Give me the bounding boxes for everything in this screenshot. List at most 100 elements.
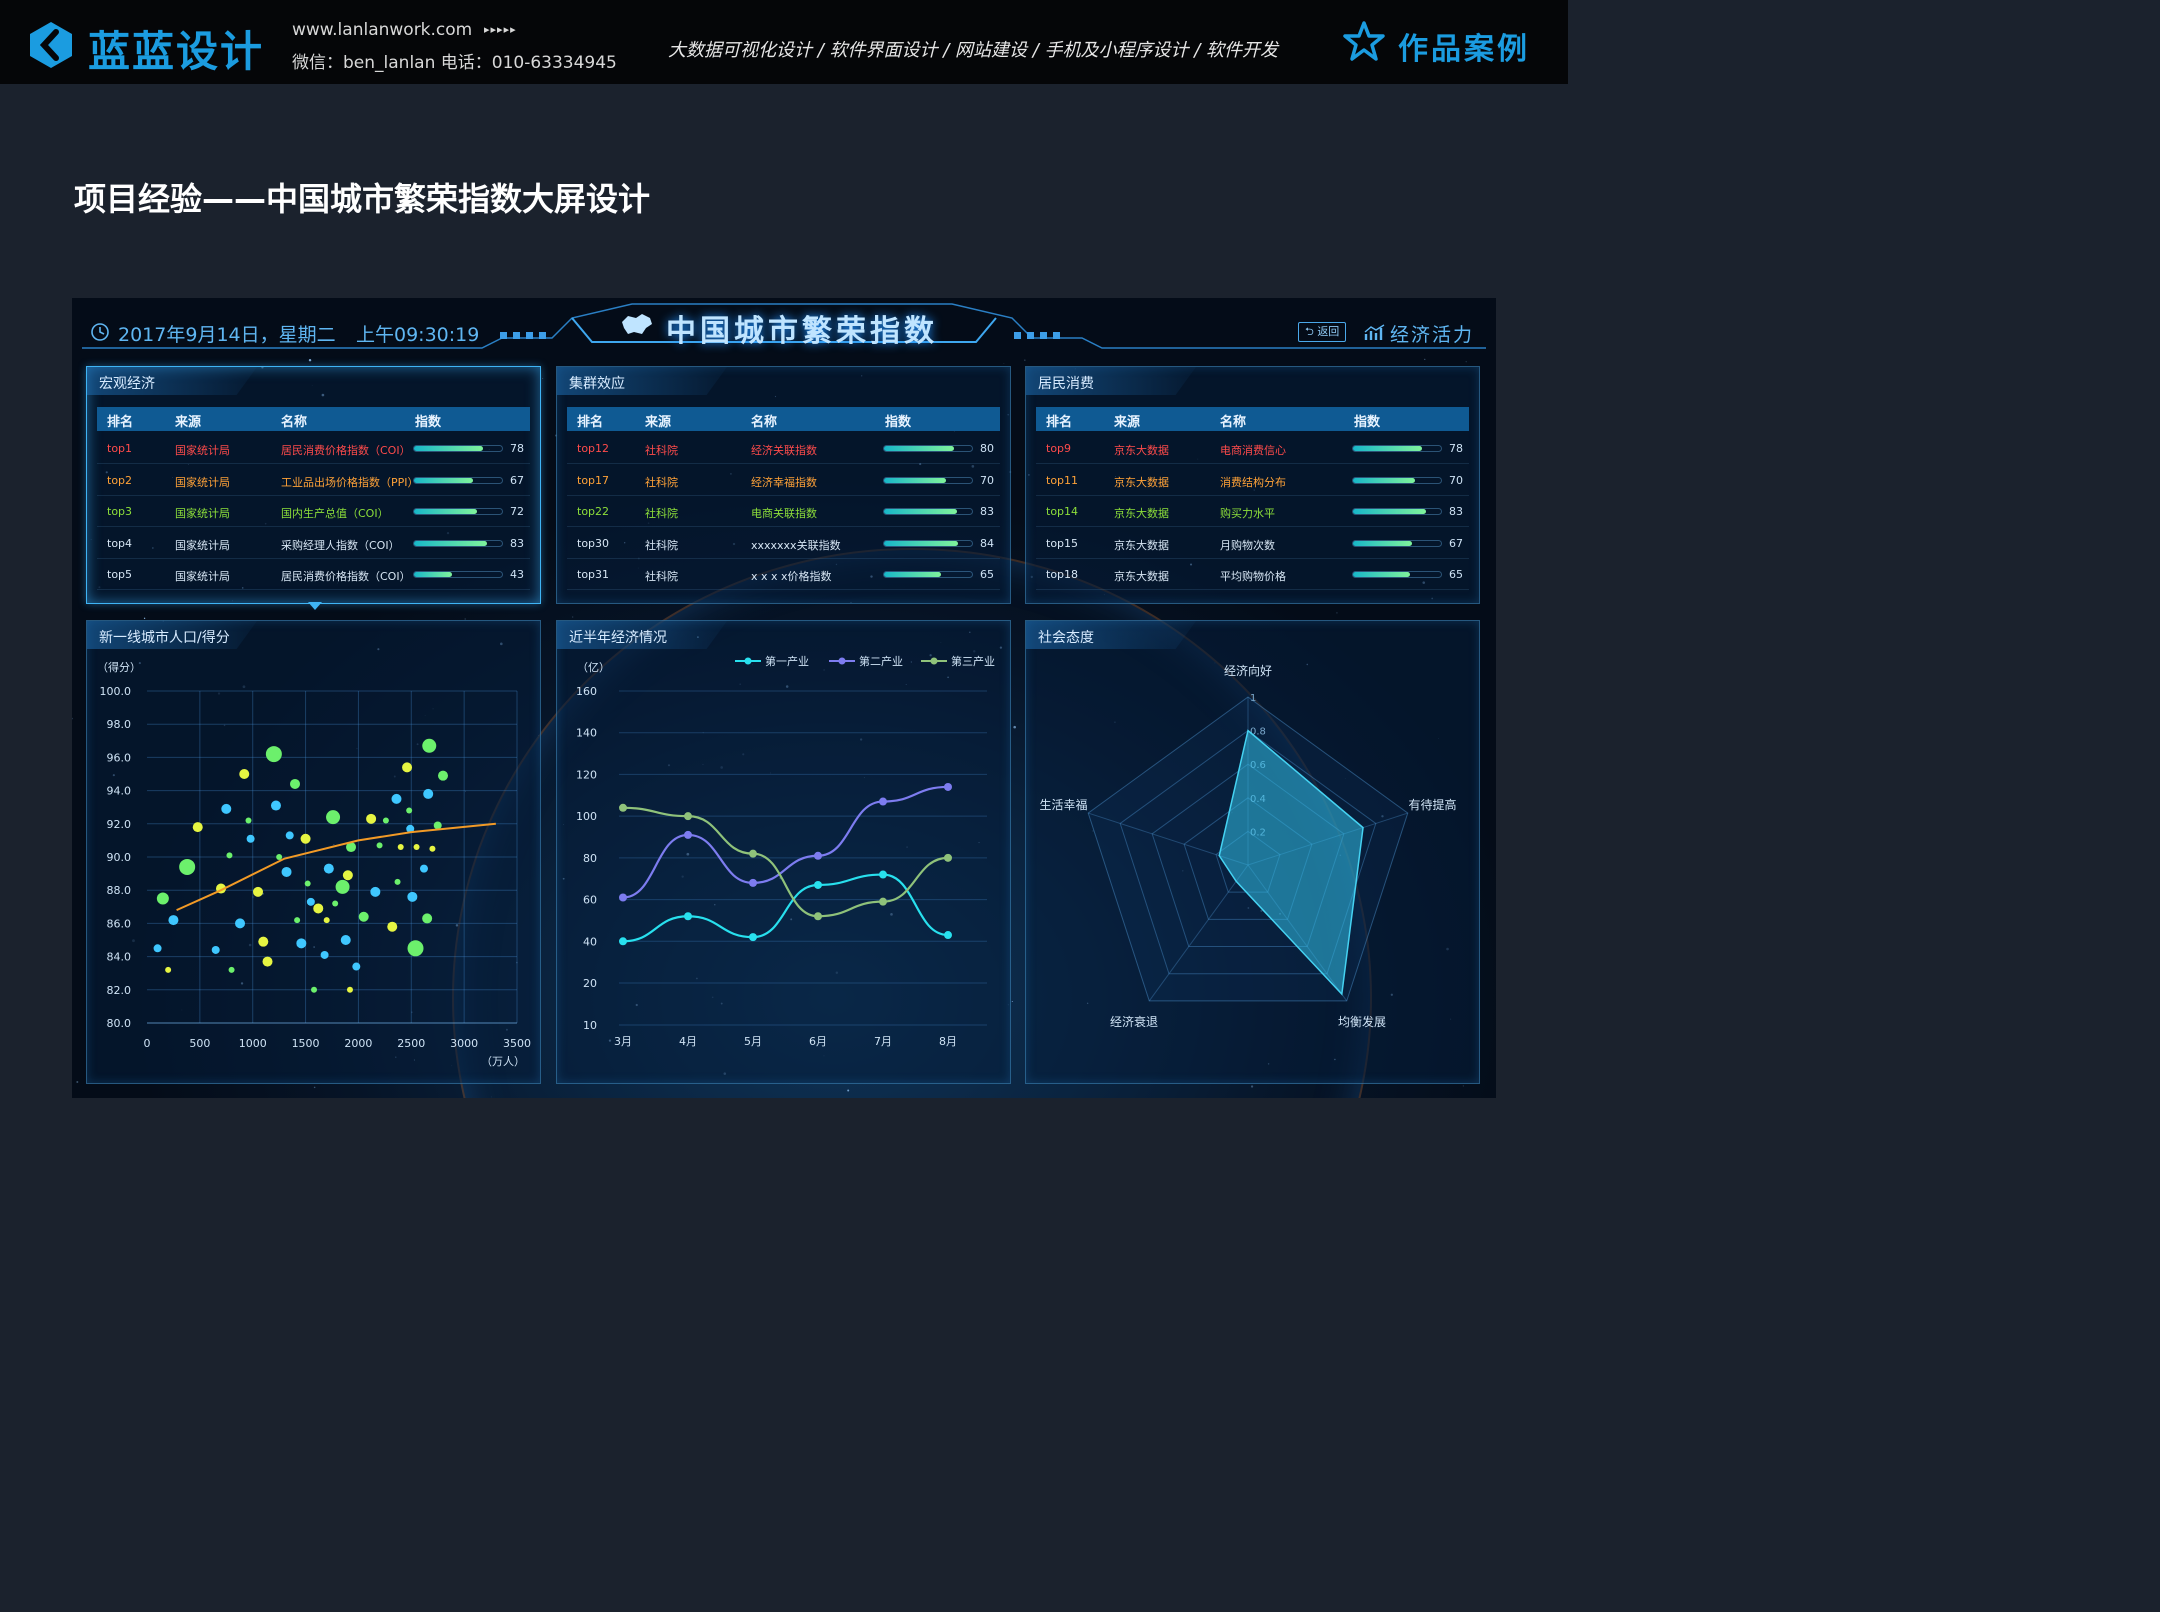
scatter-point [290,778,300,789]
series-point [944,931,952,940]
column-header[interactable]: 指数 [415,411,441,430]
back-arrow-icon: ⮌ [1305,325,1318,338]
site-url[interactable]: www.lanlanwork.com [292,20,472,40]
column-header[interactable]: 指数 [885,411,911,430]
cell-source: 社科院 [645,444,678,457]
table-row[interactable]: top3 国家统计局 国内生产总值（COI） 72 [97,496,530,527]
column-header[interactable]: 名称 [751,411,777,430]
cell-name: x x x x价格指数 [751,570,832,583]
index-bar-fill [414,540,488,546]
index-value: 83 [510,536,524,550]
column-header[interactable]: 名称 [281,411,307,430]
scatter-point [332,900,339,907]
legend-marker [838,657,846,665]
x-tick-label: 3月 [614,1035,632,1048]
cell-source: 国家统计局 [175,444,230,457]
cell-rank: top5 [107,568,133,581]
dashboard-title: 中国城市繁荣指数 [666,314,938,349]
x-tick-label: 3500 [503,1037,531,1050]
radar-axis-label: 经济向好 [1224,663,1272,678]
index-bar [883,508,973,515]
scatter-point [323,917,330,924]
scatter-point [156,892,169,905]
economic-vitality-tab[interactable]: 经济活力 [1390,320,1474,347]
index-value: 65 [980,568,994,581]
scatter-point [300,833,311,844]
scatter-point [285,831,294,840]
x-tick-label: 4月 [679,1035,697,1048]
scatter-point [281,866,292,877]
y-tick-label: 100 [576,810,597,823]
scatter-point [407,940,424,957]
resident-consumption-panel[interactable]: 居民消费 排名 来源 名称 指数 top9 京东大数据 电商消费信心 78 top11 京东大数据… [1025,366,1480,604]
index-bar-fill [884,446,955,451]
column-header[interactable]: 排名 [107,411,133,430]
clock-icon [91,323,109,341]
scatter-point [323,863,334,874]
index-value: 67 [510,473,524,487]
table-row[interactable]: top1 国家统计局 居民消费价格指数（COI） 78 [97,433,530,464]
column-header[interactable]: 名称 [1220,411,1246,430]
series-point [619,893,627,902]
radar-chart: 经济向好有待提高均衡发展经济衰退生活幸福0.20.40.60.81 [1039,663,1456,1029]
table-row[interactable]: top22 社科院 电商关联指数 83 [567,496,1000,527]
social-attitude-panel[interactable]: 社会态度 经济向好有待提高均衡发展经济衰退生活幸福0.20.40.60.81 [1025,620,1480,1084]
table-row[interactable]: top11 京东大数据 消费结构分布 70 [1036,465,1469,496]
macro-economy-panel[interactable]: 宏观经济 排名 来源 名称 指数 top1 国家统计局 居民消费价格指数（COI） 78 top… [86,366,541,604]
series-point [879,870,887,879]
table-row[interactable]: top17 社科院 经济幸福指数 70 [567,465,1000,496]
contact-info: 微信：ben_lanlan 电话：010-63334945 [292,53,617,73]
table-row[interactable]: top31 社科院 x x x x价格指数 65 [567,559,1000,590]
column-header[interactable]: 来源 [1114,411,1140,430]
series-point [814,851,822,860]
cell-rank: top11 [1046,473,1079,487]
column-header[interactable]: 指数 [1354,411,1380,430]
scatter-point [270,800,281,811]
cell-rank: top4 [107,536,133,550]
scatter-point [406,807,413,814]
column-header[interactable]: 排名 [577,411,603,430]
x-tick-label: 1000 [239,1037,267,1050]
table-row[interactable]: top12 社科院 经济关联指数 80 [567,433,1000,464]
scatter-point [397,844,404,851]
cell-name: 工业品出场价格指数（PPI） [281,475,419,489]
cell-name: 月购物次数 [1220,538,1275,552]
series-point [684,812,692,821]
cell-source: 社科院 [645,475,678,489]
brand-name[interactable]: 蓝蓝设计 [88,18,264,79]
economy-trend-panel[interactable]: 近半年经济情况 10 20 40 60 80 100 120 140 160 3月 4月 5月 6月 7月… [556,620,1011,1084]
service-list: 大数据可视化设计 / 软件界面设计 / 网站建设 / 手机及小程序设计 / 软件… [668,40,1279,61]
scatter-point [153,944,162,953]
y-tick-label: 94.0 [107,785,132,798]
column-header[interactable]: 来源 [175,411,201,430]
table-row[interactable]: top18 京东大数据 平均购物价格 65 [1036,559,1469,590]
y-tick-label: 98.0 [107,718,132,731]
x-tick-label: 7月 [874,1035,892,1048]
cluster-effect-panel[interactable]: 集群效应 排名 来源 名称 指数 top12 社科院 经济关联指数 80 top17 社科院 经济幸… [556,366,1011,604]
index-bar [883,571,973,578]
scatter-point [346,986,353,993]
cell-name: 电商消费信心 [1220,444,1286,457]
radar-axis-label: 经济衰退 [1110,1014,1158,1029]
column-header[interactable]: 来源 [645,411,671,430]
y-tick-label: 90.0 [107,851,132,864]
table-row[interactable]: top30 社科院 xxxxxxx关联指数 84 [567,528,1000,559]
table-row[interactable]: top15 京东大数据 月购物次数 67 [1036,528,1469,559]
portfolio-label[interactable]: 作品案例 [1398,24,1530,68]
scatter-point [296,938,307,949]
city-population-score-panel[interactable]: 新一线城市人口/得分 80.0 82.0 84.0 86.0 88.0 90.0 92.0 9… [86,620,541,1084]
scatter-point [342,870,353,881]
column-header[interactable]: 排名 [1046,411,1072,430]
table-row[interactable]: top4 国家统计局 采购经理人指数（COI） 83 [97,528,530,559]
series-point [879,797,887,806]
y-tick-label: 20 [583,977,597,990]
table-row[interactable]: top14 京东大数据 购买力水平 83 [1036,496,1469,527]
index-bar [883,445,973,452]
table-row[interactable]: top9 京东大数据 电商消费信心 78 [1036,433,1469,464]
index-value: 83 [1449,505,1463,518]
legend-label: 第三产业 [951,654,995,668]
table-row[interactable]: top5 国家统计局 居民消费价格指数（COI） 43 [97,559,530,590]
back-button[interactable]: ⮌ 返回 [1298,322,1347,342]
series-point [944,782,952,791]
table-row[interactable]: top2 国家统计局 工业品出场价格指数（PPI） 67 [97,465,530,496]
